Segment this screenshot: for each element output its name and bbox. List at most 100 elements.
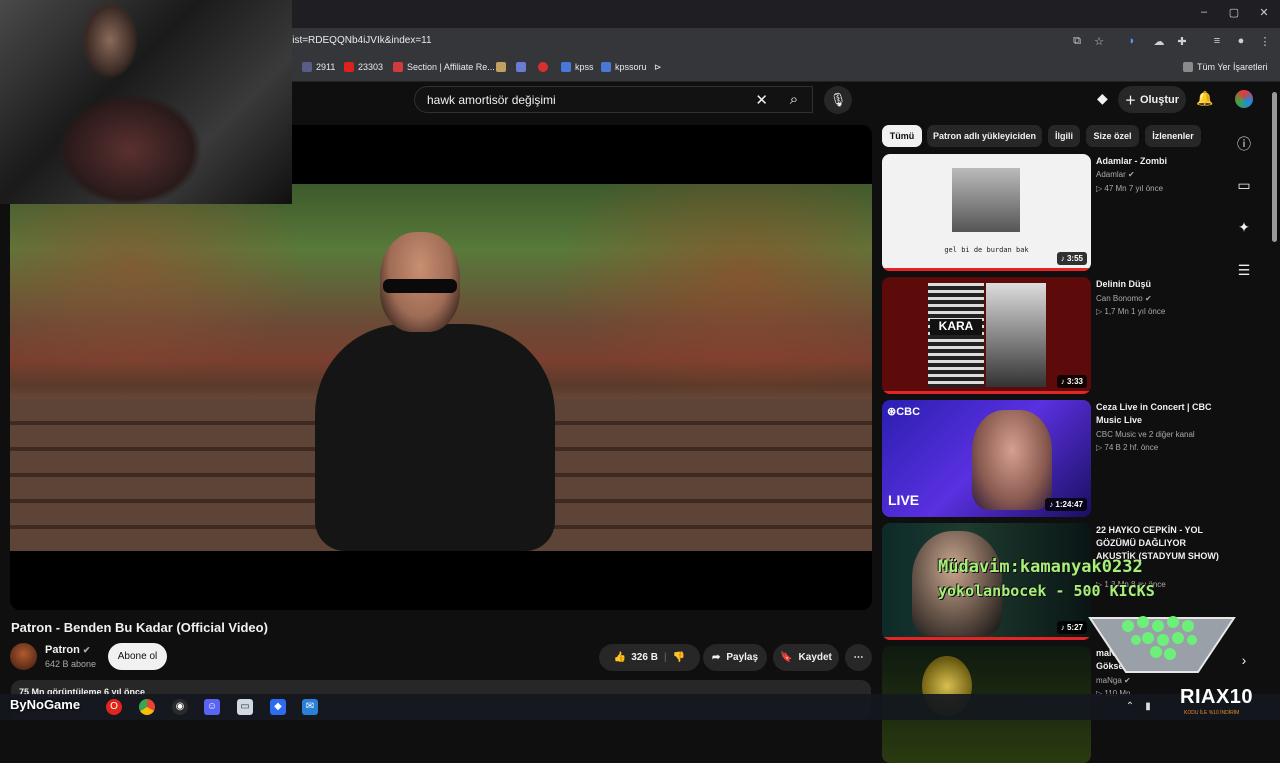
watch-progress [882, 637, 1091, 640]
search-icon[interactable]: ⌕ [775, 86, 813, 113]
video-title: Patron - Benden Bu Kadar (Official Video… [11, 620, 268, 635]
rec-title-3[interactable]: Ceza Live in Concert | CBC Music Live [1096, 401, 1224, 427]
sparkle-icon[interactable]: ✦ [1235, 219, 1253, 236]
microphone-icon[interactable]: 🎙 [824, 86, 852, 114]
install-app-icon[interactable]: ⧉ [1070, 35, 1084, 48]
verified-icon: ✔ [82, 645, 91, 655]
mail-icon[interactable]: ✉ [302, 699, 318, 715]
discord-icon[interactable]: ☺ [204, 699, 220, 715]
video-frame[interactable] [10, 184, 872, 551]
duration-badge: ♪ 1:24:47 [1045, 498, 1087, 511]
watch-progress [882, 391, 1091, 394]
bookmark-star-icon[interactable]: ☆ [1092, 35, 1106, 48]
cbc-logo: ⊛CBC [887, 406, 921, 418]
save-button[interactable]: 🔖 Kaydet [773, 644, 839, 671]
close-icon[interactable]: ✕ [755, 91, 768, 109]
poster-right [986, 283, 1046, 387]
extension-cloud-icon[interactable]: ☁ [1152, 35, 1166, 48]
extensions-puzzle-icon[interactable]: ✚ [1175, 35, 1189, 48]
close-window-icon[interactable]: ✕ [1256, 6, 1272, 19]
document-icon [601, 62, 611, 72]
channel-avatar[interactable] [10, 643, 37, 670]
rec-meta-1: ▷ 47 Mn 7 yıl önce [1096, 184, 1164, 193]
rec-thumbnail-2[interactable]: KARA ♪ 3:33 [882, 277, 1091, 394]
rec-title-2[interactable]: Delinin Düşü [1096, 278, 1224, 291]
minimize-icon[interactable]: – [1196, 6, 1212, 18]
share-button[interactable]: ➦ Paylaş [703, 644, 767, 671]
chip-all[interactable]: Tümü [882, 125, 922, 147]
rec-channel-2[interactable]: Can Bonomo ✔ [1096, 294, 1152, 303]
rec-meta-3: ▷ 74 B 2 hf. önce [1096, 443, 1159, 452]
bookmark-kpss[interactable]: kpss [561, 62, 594, 72]
chrome-icon[interactable] [139, 699, 155, 715]
popcorn-bowl-graphic [1088, 616, 1236, 673]
chip-related[interactable]: İlgili [1048, 125, 1080, 147]
bookmark-9[interactable]: ⊳ [654, 62, 662, 73]
browser-menu-icon[interactable]: ⋮ [1258, 35, 1272, 48]
bookmark-icon: 🔖 [780, 652, 793, 663]
info-icon[interactable]: ⓘ [1235, 134, 1253, 154]
singer-face [972, 410, 1052, 510]
profile-icon[interactable]: ● [1234, 35, 1248, 47]
rec-channel-1[interactable]: Adamlar ✔ [1096, 170, 1135, 179]
shield-icon [516, 62, 526, 72]
sponsor-subtitle: KODU İLE %10 İNDİRİM [1184, 710, 1240, 716]
folder-icon [1183, 62, 1193, 72]
sunglasses [383, 279, 457, 293]
bookmark-2911[interactable]: 2911 [302, 62, 335, 72]
rec-meta-2: ▷ 1,7 Mn 1 yıl önce [1096, 307, 1166, 316]
like-button[interactable]: 👍 326 B [614, 652, 658, 663]
rec-thumbnail-1[interactable]: gel bi de burdan bak ♪ 3:55 [882, 154, 1091, 271]
search-input[interactable]: hawk amortisör değişimi ✕ [414, 86, 813, 113]
chevron-right-icon[interactable]: › [1235, 652, 1253, 668]
rec-channel-3[interactable]: CBC Music ve 2 diğer kanal [1096, 430, 1195, 439]
divider: | [663, 652, 667, 663]
rec-title-1[interactable]: Adamlar - Zombi [1096, 155, 1224, 168]
create-button[interactable]: ＋ Oluştur [1118, 86, 1186, 113]
verified-icon: ✔ [1144, 294, 1152, 303]
chip-watched[interactable]: İzlenenler [1145, 125, 1201, 147]
watch-progress [882, 268, 1091, 271]
battery-icon[interactable]: ▮ [1140, 699, 1156, 715]
webcam-overlay [0, 0, 292, 204]
thumbs-up-icon: 👍 [613, 652, 627, 663]
youtube-icon [344, 62, 354, 72]
sponsor-logo: RIAX10 [1180, 686, 1254, 708]
comments-icon[interactable]: ▭ [1235, 177, 1253, 194]
rec-channel-5[interactable]: maNga ✔ [1096, 676, 1131, 685]
computer-icon[interactable]: ▭ [237, 699, 253, 715]
scrollbar[interactable] [1272, 92, 1277, 242]
create-video-icon[interactable]: ◆ [1097, 90, 1108, 107]
bookmark-section[interactable]: Section | Affiliate Re... [393, 62, 495, 72]
thumbs-down-icon[interactable]: 👎 [673, 652, 685, 663]
bookmark-kpssoru[interactable]: kpssoru [601, 62, 647, 72]
playlist-icon[interactable]: ☰ [1235, 262, 1253, 279]
verified-icon: ✔ [1128, 170, 1135, 179]
chip-from-uploader[interactable]: Patron adlı yükleyiciden [927, 125, 1042, 147]
opera-icon[interactable]: O [106, 699, 122, 715]
media-control-icon[interactable]: ≡ [1210, 35, 1224, 47]
album-art [952, 168, 1020, 232]
maximize-icon[interactable]: ▢ [1226, 6, 1242, 19]
subscribe-button[interactable]: Abone ol [108, 643, 167, 670]
app-icon[interactable]: ◆ [270, 699, 286, 715]
bookmark-4[interactable] [496, 62, 506, 72]
chevron-up-icon[interactable]: ⌃ [1122, 699, 1138, 715]
search-query-text[interactable]: hawk amortisör değişimi [427, 93, 556, 107]
bookmark-5[interactable] [516, 62, 526, 72]
more-actions-button[interactable]: ⋯ [845, 644, 872, 671]
bookmark-23303[interactable]: 23303 [344, 62, 383, 72]
channel-name[interactable]: Patron ✔ [45, 644, 90, 656]
rec-thumbnail-3[interactable]: ⊛CBC LIVE ♪ 1:24:47 [882, 400, 1091, 517]
all-bookmarks[interactable]: Tüm Yer İşaretleri [1183, 62, 1268, 72]
chat-marquee: Müdavim:kamanyak0232 [938, 557, 1143, 577]
extension-icon[interactable]: ◗ [1125, 35, 1139, 47]
bell-icon[interactable]: 🔔 [1196, 90, 1213, 107]
url-text[interactable]: list=RDEQQNb4iJVIk&index=11 [290, 35, 432, 46]
avatar[interactable] [1235, 90, 1253, 108]
obs-icon[interactable]: ◉ [172, 699, 188, 715]
person-body [315, 324, 555, 551]
foliage-left [10, 184, 310, 384]
chip-for-you[interactable]: Size özel [1086, 125, 1139, 147]
bookmark-6[interactable] [538, 62, 548, 72]
